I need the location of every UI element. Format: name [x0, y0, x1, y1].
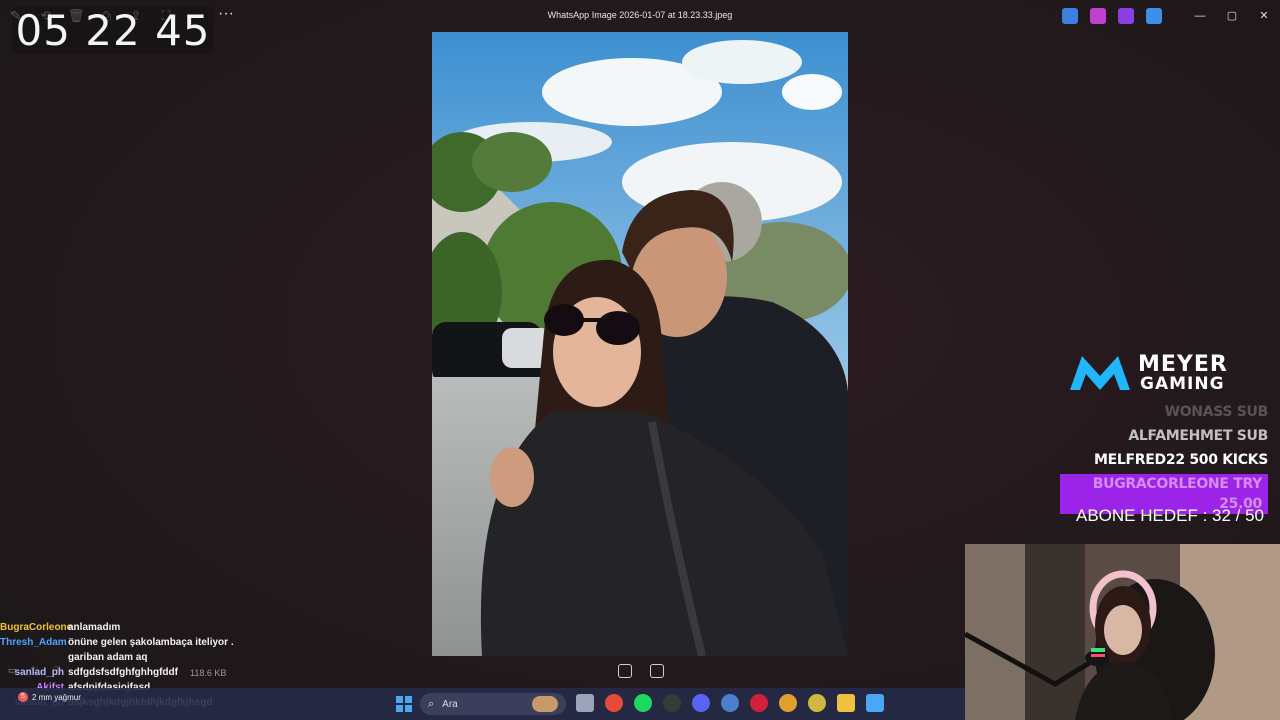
- more-options-button[interactable]: ···: [216, 6, 236, 26]
- app-globe-icon[interactable]: [721, 694, 739, 712]
- weather-badge: 5: [18, 692, 28, 702]
- filmstrip-icon[interactable]: ▭: [8, 665, 17, 676]
- start-button[interactable]: [396, 696, 412, 712]
- discord-icon[interactable]: [692, 694, 710, 712]
- event-entry: WONASS SUB: [1164, 404, 1269, 420]
- recent-events: WONASS SUB ALFAMEHMET SUB MELFRED22 500 KI…: [1060, 400, 1268, 514]
- weather-text: 2 mm yağmur: [32, 692, 81, 702]
- window-title: WhatsApp Image 2026-01-07 at 18.23.33.jp…: [547, 10, 733, 20]
- chat-message: BugraCorleone anlamadım: [0, 620, 280, 635]
- search-icon: ⌕: [428, 697, 435, 710]
- actual-size-icon[interactable]: [650, 664, 664, 678]
- photo-image: [432, 32, 848, 656]
- edge-beta-icon[interactable]: [1062, 8, 1078, 24]
- viewer-bottom-left: ▭ ♡ ⓘ: [8, 664, 62, 677]
- event-entry: MELFRED22 500 KICKS: [1094, 452, 1268, 468]
- chrome-beta-icon[interactable]: [779, 694, 797, 712]
- app-purple-icon[interactable]: [1118, 8, 1134, 24]
- maximize-button[interactable]: ▢: [1216, 6, 1248, 26]
- tray-icons: [1062, 8, 1162, 24]
- favorite-icon[interactable]: ♡: [31, 665, 39, 676]
- weather-widget[interactable]: 5 2 mm yağmur: [18, 692, 81, 702]
- file-explorer-icon[interactable]: [576, 694, 594, 712]
- window-controls: — ▢ ✕: [1184, 6, 1280, 26]
- viewer-bottom-bar: [0, 660, 965, 686]
- obs-icon[interactable]: [663, 694, 681, 712]
- app-pink-icon[interactable]: [1090, 8, 1106, 24]
- spotify-icon[interactable]: [634, 694, 652, 712]
- brand-name-line2: GAMING: [1140, 374, 1225, 394]
- event-entry: ALFAMEHMET SUB: [1128, 428, 1268, 444]
- file-size: 118.6 KB: [190, 668, 227, 678]
- info-icon[interactable]: ⓘ: [53, 664, 62, 677]
- photos-icon[interactable]: [866, 694, 884, 712]
- chrome-icon[interactable]: [605, 694, 623, 712]
- cloud-off-icon[interactable]: [1146, 8, 1162, 24]
- folder-icon[interactable]: [837, 694, 855, 712]
- webcam-feed: [965, 544, 1280, 720]
- sub-goal: ABONE HEDEF : 32 / 50: [1076, 506, 1265, 525]
- search-placeholder: Ara: [442, 698, 458, 710]
- close-button[interactable]: ✕: [1248, 6, 1280, 26]
- zoom-controls: [618, 664, 664, 678]
- app-yellow-icon[interactable]: [808, 694, 826, 712]
- app-red-icon[interactable]: [750, 694, 768, 712]
- chat-username[interactable]: BugraCorleone: [0, 620, 72, 635]
- chat-text: anlamadım: [68, 622, 121, 633]
- search-highlight-icon: [532, 696, 558, 712]
- fit-to-window-icon[interactable]: [618, 664, 632, 678]
- taskbar-apps: [576, 694, 884, 712]
- taskbar-search[interactable]: ⌕ Ara: [420, 693, 566, 715]
- stream-clock: 05 22 45: [12, 6, 214, 55]
- minimize-button[interactable]: —: [1184, 6, 1216, 26]
